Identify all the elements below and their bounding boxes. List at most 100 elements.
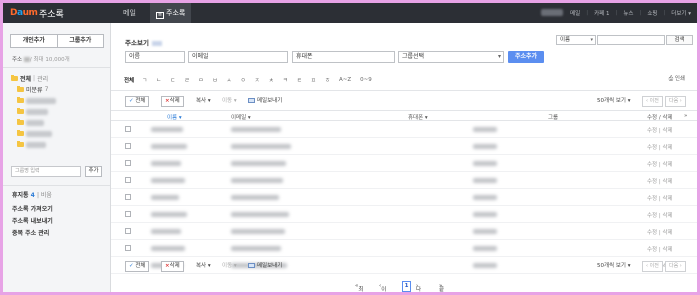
top-link-news[interactable]: 뉴스	[623, 9, 633, 17]
manage-groups-link[interactable]: 관리	[37, 74, 48, 83]
row-edit-links[interactable]: 수정 | 삭제	[647, 211, 673, 219]
table-row[interactable]: 수정 | 삭제	[111, 172, 697, 189]
row-edit-links[interactable]: 수정 | 삭제	[647, 177, 673, 185]
prev-page-button[interactable]: ‹ 이전	[642, 96, 663, 107]
index-item[interactable]: ㅌ	[297, 76, 302, 84]
move-dropdown[interactable]: 이동 ▾	[222, 262, 237, 271]
row-edit-links[interactable]: 수정 | 삭제	[647, 194, 673, 202]
next-page-button[interactable]: 다음 ›	[665, 96, 686, 107]
search-button[interactable]: 검색	[666, 35, 693, 45]
row-checkbox[interactable]	[125, 228, 131, 234]
col-name[interactable]: 이름 ▾	[167, 113, 182, 121]
group-item[interactable]	[11, 128, 56, 139]
row-checkbox[interactable]	[125, 160, 131, 166]
import-addressbook-link[interactable]: 주소록 가져오기	[12, 204, 53, 213]
pager-first[interactable]: « 최신	[355, 283, 363, 292]
per-page-select[interactable]: 50개씩 보기 ▾	[597, 262, 631, 271]
pager-last[interactable]: 끝 »	[439, 283, 444, 292]
send-mail-button[interactable]: 메일보내기	[248, 97, 282, 106]
table-row[interactable]: 수정 | 삭제	[111, 206, 697, 223]
search-field-select[interactable]: 이름	[556, 35, 596, 45]
top-link-mail[interactable]: 메일	[570, 9, 580, 17]
export-addressbook-link[interactable]: 주소록 내보내기	[12, 216, 53, 225]
index-item[interactable]: ㅅ	[227, 76, 232, 84]
top-link-cafe[interactable]: 카페 1	[594, 9, 609, 17]
index-item[interactable]: ㅂ	[212, 76, 217, 84]
quick-view-title[interactable]: 주소보기	[125, 37, 162, 47]
row-checkbox[interactable]	[125, 211, 131, 217]
delete-button[interactable]: ×삭제	[161, 261, 184, 272]
index-item[interactable]: ㅇ	[241, 76, 246, 84]
index-item[interactable]: ㄴ	[156, 76, 161, 84]
index-item[interactable]: ㅍ	[311, 76, 316, 84]
search-input[interactable]	[597, 35, 665, 45]
table-row[interactable]: 수정 | 삭제	[111, 121, 697, 138]
group-select[interactable]: 그룹선택	[398, 51, 504, 63]
select-all-button[interactable]: ✓ 전체	[125, 96, 150, 107]
top-link-shopping[interactable]: 쇼핑	[647, 9, 657, 17]
index-item[interactable]: A~Z	[339, 77, 351, 83]
pager-prev[interactable]: ‹ 이전	[379, 283, 386, 292]
index-item[interactable]: ㅋ	[283, 76, 288, 84]
add-person-button[interactable]: 개인추가	[10, 34, 58, 48]
row-checkbox[interactable]	[125, 126, 131, 132]
row-checkbox[interactable]	[125, 177, 131, 183]
group-name-input[interactable]: 그룹명 입력	[11, 166, 81, 177]
group-item[interactable]	[11, 95, 56, 106]
row-checkbox[interactable]	[125, 143, 131, 149]
row-edit-links[interactable]: 수정 | 삭제	[647, 228, 673, 236]
add-address-button[interactable]: 주소추가	[508, 51, 544, 63]
print-button[interactable]: ⎙ 인쇄	[669, 74, 685, 83]
expand-columns-icon[interactable]: »	[684, 113, 687, 119]
daum-logo[interactable]: Daum	[10, 8, 38, 18]
row-edit-links[interactable]: 수정 | 삭제	[647, 245, 673, 253]
name-field[interactable]: 이름	[125, 51, 185, 63]
table-row[interactable]: 수정 | 삭제	[111, 138, 697, 155]
group-item[interactable]	[11, 117, 56, 128]
index-item[interactable]: ㄹ	[184, 76, 189, 84]
trash-item[interactable]: 휴지통 4 | 비움	[12, 190, 52, 199]
tab-addressbook[interactable]: ≡ 주소록	[150, 3, 192, 23]
duplicate-manage-link[interactable]: 중복 주소 관리	[12, 228, 49, 237]
index-all[interactable]: 전체	[124, 76, 134, 84]
index-item[interactable]: ㅁ	[198, 76, 203, 84]
per-page-select[interactable]: 50개씩 보기 ▾	[597, 97, 631, 106]
pager-next[interactable]: 다음 ›	[416, 283, 421, 292]
col-phone[interactable]: 휴대폰 ▾	[408, 113, 428, 121]
app-title[interactable]: 주소록	[39, 7, 64, 20]
empty-trash-link[interactable]: 비움	[41, 192, 52, 199]
index-item[interactable]: ㅎ	[325, 76, 330, 84]
group-unclassified[interactable]: 미분류 7	[11, 84, 56, 95]
email-field[interactable]: 이메일	[188, 51, 288, 63]
next-page-button[interactable]: 다음 ›	[665, 261, 686, 272]
delete-button[interactable]: ×삭제	[161, 96, 184, 107]
group-item[interactable]	[11, 106, 56, 117]
add-group-button[interactable]: 그룹추가	[57, 34, 104, 48]
user-name-blurred[interactable]	[541, 9, 563, 16]
add-group-name-button[interactable]: 추가	[85, 166, 102, 177]
row-checkbox[interactable]	[125, 194, 131, 200]
row-edit-links[interactable]: 수정 | 삭제	[647, 126, 673, 134]
send-mail-button[interactable]: 메일보내기	[248, 262, 282, 271]
row-edit-links[interactable]: 수정 | 삭제	[647, 160, 673, 168]
index-item[interactable]: ㄱ	[142, 76, 147, 84]
copy-dropdown[interactable]: 복사 ▾	[196, 262, 211, 271]
col-email[interactable]: 이메일 ▾	[231, 113, 251, 121]
move-dropdown[interactable]: 이동 ▾	[222, 97, 237, 106]
table-row[interactable]: 수정 | 삭제	[111, 155, 697, 172]
select-all-button[interactable]: ✓ 전체	[125, 261, 150, 272]
row-edit-links[interactable]: 수정 | 삭제	[647, 143, 673, 151]
index-item[interactable]: 0~9	[360, 77, 372, 83]
table-row[interactable]: 수정 | 삭제	[111, 223, 697, 240]
index-item[interactable]: ㅈ	[255, 76, 260, 84]
table-row[interactable]: 수정 | 삭제	[111, 189, 697, 206]
group-all[interactable]: 전체 | 관리	[11, 73, 56, 84]
tab-mail[interactable]: 메일	[117, 3, 142, 23]
row-checkbox[interactable]	[125, 245, 131, 251]
index-item[interactable]: ㄷ	[170, 76, 175, 84]
copy-dropdown[interactable]: 복사 ▾	[196, 97, 211, 106]
prev-page-button[interactable]: ‹ 이전	[642, 261, 663, 272]
pager-current-page[interactable]: 1	[402, 281, 411, 292]
group-item[interactable]	[11, 139, 56, 150]
table-row[interactable]: 수정 | 삭제	[111, 240, 697, 257]
